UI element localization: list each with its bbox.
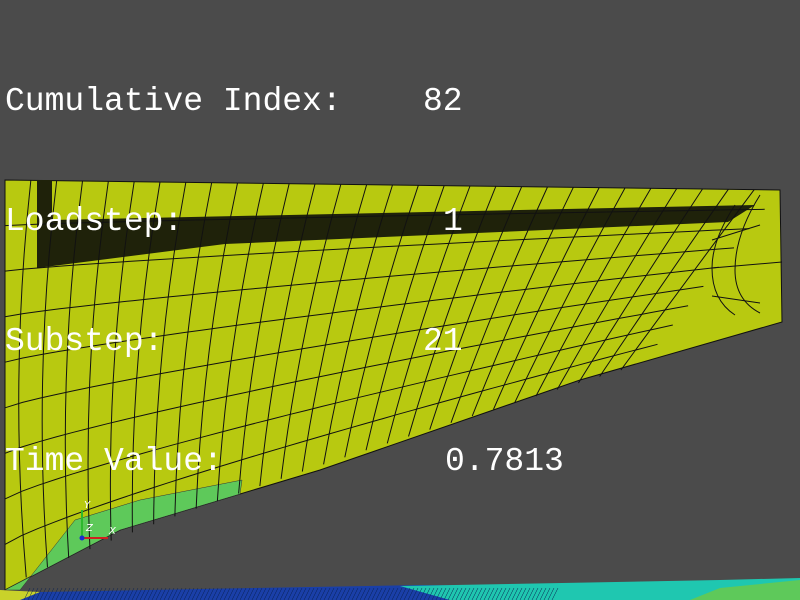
time-value-value: 0.7813 bbox=[445, 443, 564, 480]
substep-label: Substep: bbox=[5, 323, 164, 360]
loadstep-row: Loadstep: 1 bbox=[5, 202, 463, 242]
substep-row: Substep: 21 bbox=[5, 322, 463, 362]
graphics-viewport[interactable]: Y Z X Cumulative Index: 82 Loadstep: 1 S… bbox=[0, 0, 800, 600]
cumulative-index-value: 82 bbox=[423, 83, 463, 120]
substep-value: 21 bbox=[423, 323, 463, 360]
loadstep-label: Loadstep: bbox=[5, 203, 184, 240]
time-value-row: Time Value: 0.7813 bbox=[5, 442, 564, 482]
loadstep-value: 1 bbox=[443, 203, 463, 240]
time-value-label: Time Value: bbox=[5, 443, 223, 480]
cumulative-index-row: Cumulative Index: 82 bbox=[5, 82, 463, 122]
cumulative-index-label: Cumulative Index: bbox=[5, 83, 342, 120]
result-info-legend: Cumulative Index: 82 Loadstep: 1 Substep… bbox=[5, 2, 564, 562]
